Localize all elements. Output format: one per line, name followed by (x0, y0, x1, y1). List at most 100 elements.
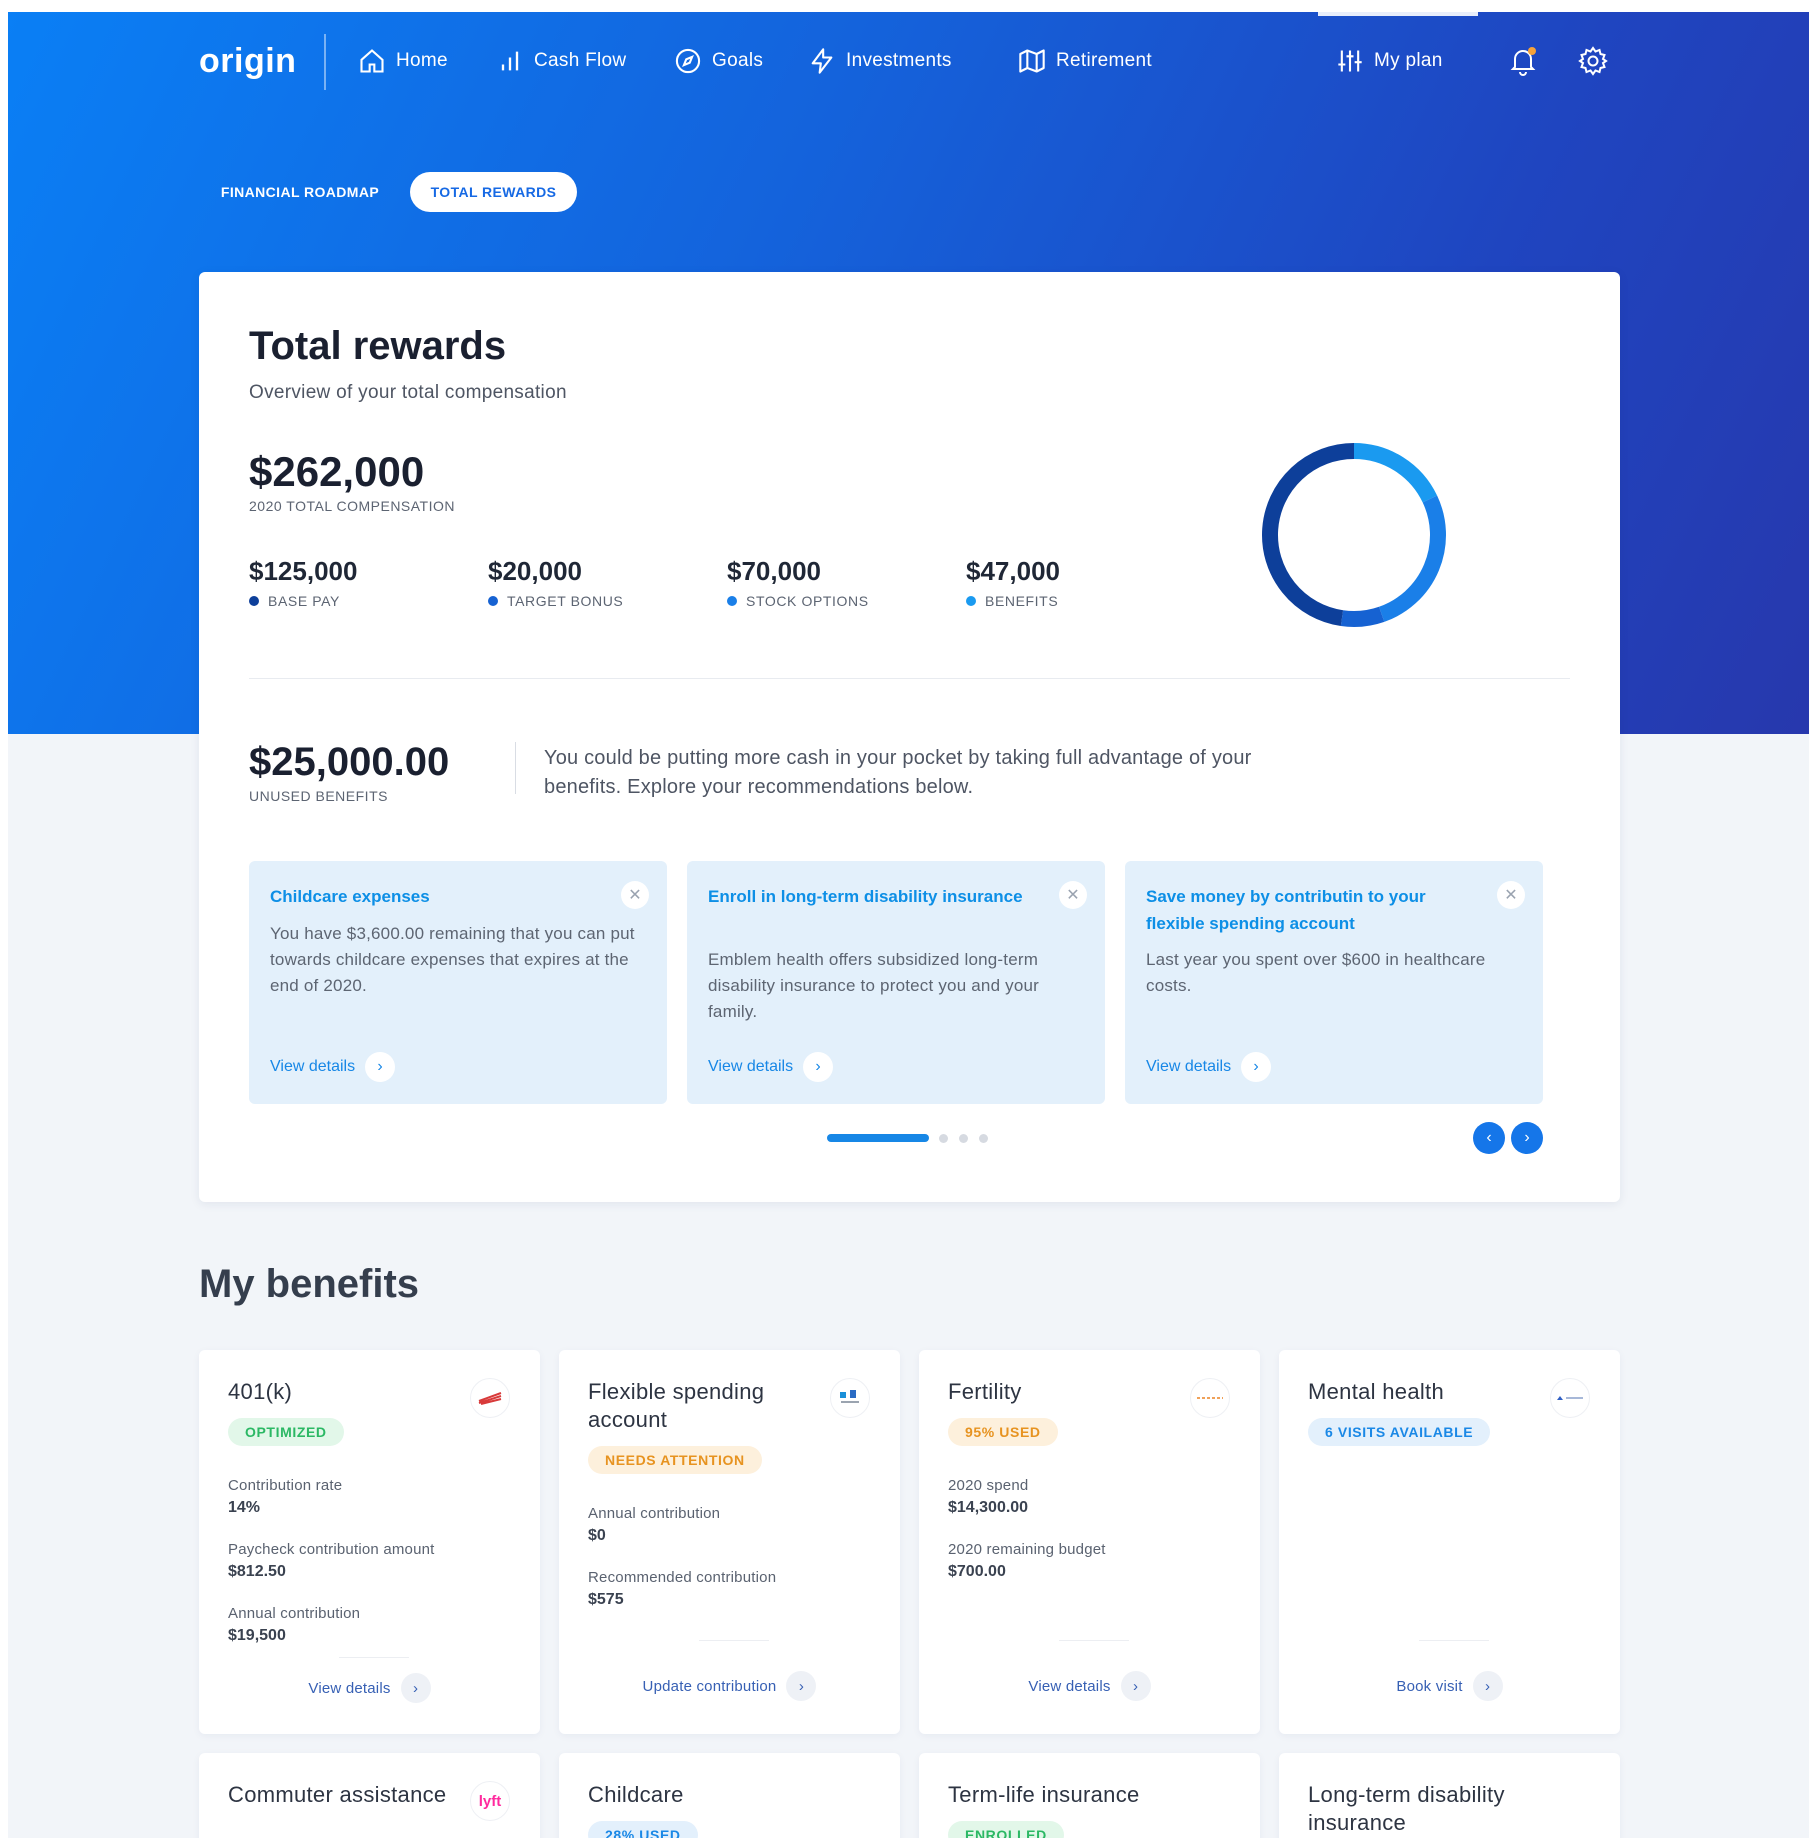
compensation-value: $47,000 (966, 556, 1060, 586)
card-divider (249, 678, 1570, 679)
recommendation-title: Childcare expenses (270, 887, 430, 906)
nav-item-goals[interactable]: Goals (674, 46, 763, 76)
recommendation-text: Emblem health offers subsidized long-ter… (708, 950, 1040, 1021)
book-visit-button[interactable]: Book visit › (1279, 1671, 1620, 1701)
unused-benefits-label: UNUSED BENEFITS (249, 788, 388, 804)
provider-logo-icon (1190, 1378, 1230, 1418)
benefit-title: Fertility (948, 1379, 1022, 1404)
tab-financial-roadmap[interactable]: FINANCIAL ROADMAP (208, 172, 392, 212)
benefit-card-fertility[interactable]: Fertility 95% USED 2020 spend $14,300.00… (919, 1350, 1260, 1734)
view-details-link[interactable]: View details › (708, 1052, 834, 1082)
benefit-title: Commuter assistance (228, 1782, 447, 1807)
nav-item-my-plan[interactable]: My plan (1336, 46, 1443, 76)
compensation-stock-options: $70,000 STOCK OPTIONS (727, 556, 869, 609)
close-icon[interactable]: ✕ (621, 881, 649, 909)
compensation-label: TARGET BONUS (507, 593, 624, 609)
home-icon (360, 49, 384, 73)
view-details-button[interactable]: View details › (199, 1673, 540, 1703)
nav-item-retirement[interactable]: Retirement (1018, 46, 1152, 76)
field-label: Annual contribution (588, 1505, 721, 1522)
chevron-right-icon: › (1524, 1129, 1530, 1146)
total-compensation-label: 2020 TOTAL COMPENSATION (249, 498, 456, 514)
close-icon[interactable]: ✕ (1059, 881, 1087, 909)
donut-segment (1340, 606, 1385, 627)
nav-item-label: Retirement (1056, 50, 1152, 71)
recommendation-card: Childcare expenses ✕ You have $3,600.00 … (249, 861, 667, 1104)
recommendation-text: You have $3,600.00 remaining that you ca… (270, 924, 635, 995)
field-label: Paycheck contribution amount (228, 1541, 435, 1558)
field-label: Recommended contribution (588, 1569, 777, 1586)
nav-item-investments[interactable]: Investments (808, 46, 952, 76)
field-label: Contribution rate (228, 1477, 343, 1494)
benefit-card-mental-health[interactable]: Mental health 6 VISITS AVAILABLE Book vi… (1279, 1350, 1620, 1734)
compensation-label: BASE PAY (268, 593, 340, 609)
benefit-card-commuter[interactable]: Commuter assistance lyft (199, 1753, 540, 1838)
settings-button[interactable] (1576, 44, 1610, 78)
pager-dot[interactable] (939, 1134, 948, 1143)
page-subtitle: Overview of your total compensation (249, 382, 567, 403)
field-value: $0 (588, 1527, 606, 1544)
tab-total-rewards[interactable]: TOTAL REWARDS (410, 172, 577, 212)
link-label: View details (270, 1058, 356, 1075)
pager-dot[interactable] (959, 1134, 968, 1143)
lightning-icon (811, 48, 833, 74)
compensation-label: BENEFITS (985, 593, 1059, 609)
view-details-link[interactable]: View details › (270, 1052, 396, 1082)
action-label: Update contribution (642, 1677, 777, 1695)
carousel-next-button[interactable]: › (1511, 1122, 1543, 1154)
close-icon[interactable]: ✕ (1497, 881, 1525, 909)
field-label: 2020 remaining budget (948, 1541, 1106, 1558)
bar-chart-icon (501, 51, 519, 71)
status-badge: NEEDS ATTENTION (588, 1446, 762, 1474)
nav-divider (324, 34, 326, 90)
top-indicator (1318, 12, 1478, 16)
view-details-button[interactable]: View details › (919, 1671, 1260, 1701)
compass-icon (675, 48, 701, 74)
origin-logo[interactable]: origin (199, 42, 296, 81)
compensation-label: STOCK OPTIONS (746, 593, 869, 609)
benefit-title: Mental health (1308, 1379, 1444, 1404)
top-nav: origin Home Cash Flow Goals Investments … (0, 30, 1809, 94)
page-title: Total rewards (249, 324, 507, 368)
field-value: $812.50 (228, 1563, 286, 1580)
chevron-right-icon: › (1241, 1052, 1272, 1082)
status-badge: OPTIMIZED (228, 1418, 344, 1446)
benefit-card-childcare[interactable]: Childcare 28% USED (559, 1753, 900, 1838)
chevron-right-icon: › (803, 1052, 834, 1082)
link-label: View details (708, 1058, 794, 1075)
legend-dot (966, 596, 976, 606)
compensation-benefits: $47,000 BENEFITS (966, 556, 1060, 609)
field-label: Annual contribution (228, 1605, 361, 1622)
view-details-link[interactable]: View details › (1146, 1052, 1272, 1082)
benefit-field: Paycheck contribution amount $812.50 (228, 1541, 435, 1581)
status-badge: 95% USED (948, 1418, 1058, 1446)
nav-item-label: Goals (712, 50, 764, 71)
nav-item-home[interactable]: Home (358, 46, 448, 76)
nav-item-label: Cash Flow (534, 50, 627, 71)
chevron-right-icon: › (1120, 1671, 1151, 1701)
update-contribution-button[interactable]: Update contribution › (559, 1671, 900, 1701)
lyft-logo-icon: lyft (470, 1781, 510, 1821)
benefit-card-401k[interactable]: 401(k) OPTIMIZED Contribution rate 14% P… (199, 1350, 540, 1734)
chevron-right-icon: › (786, 1671, 817, 1701)
action-label: View details (308, 1679, 391, 1697)
benefit-card-fsa[interactable]: Flexible spending account NEEDS ATTENTIO… (559, 1350, 900, 1734)
benefit-title: 401(k) (228, 1379, 293, 1404)
benefit-card-long-term-disability[interactable]: Long-term disability insurance (1279, 1753, 1620, 1838)
card-separator (1059, 1640, 1129, 1641)
benefit-field: 2020 remaining budget $700.00 (948, 1541, 1106, 1581)
pager-active-indicator[interactable] (827, 1134, 929, 1142)
nav-item-cash-flow[interactable]: Cash Flow (496, 46, 626, 76)
carousel-prev-button[interactable]: ‹ (1473, 1122, 1505, 1154)
recommendation-title: Save money by contributin to your flexib… (1146, 887, 1426, 933)
notifications-button[interactable] (1506, 44, 1540, 78)
pager-dot[interactable] (979, 1134, 988, 1143)
sliders-icon (1338, 50, 1362, 72)
unused-benefits-message: You could be putting more cash in your p… (544, 747, 1252, 798)
benefit-card-term-life[interactable]: Term-life insurance ENROLLED (919, 1753, 1260, 1838)
unused-benefits-amount: $25,000.00 (249, 740, 450, 784)
recommendation-title: Enroll in long-term disability insurance (708, 887, 1023, 906)
compensation-value: $20,000 (488, 556, 582, 586)
provider-logo-icon (830, 1378, 870, 1418)
donut-segment (1353, 443, 1438, 503)
